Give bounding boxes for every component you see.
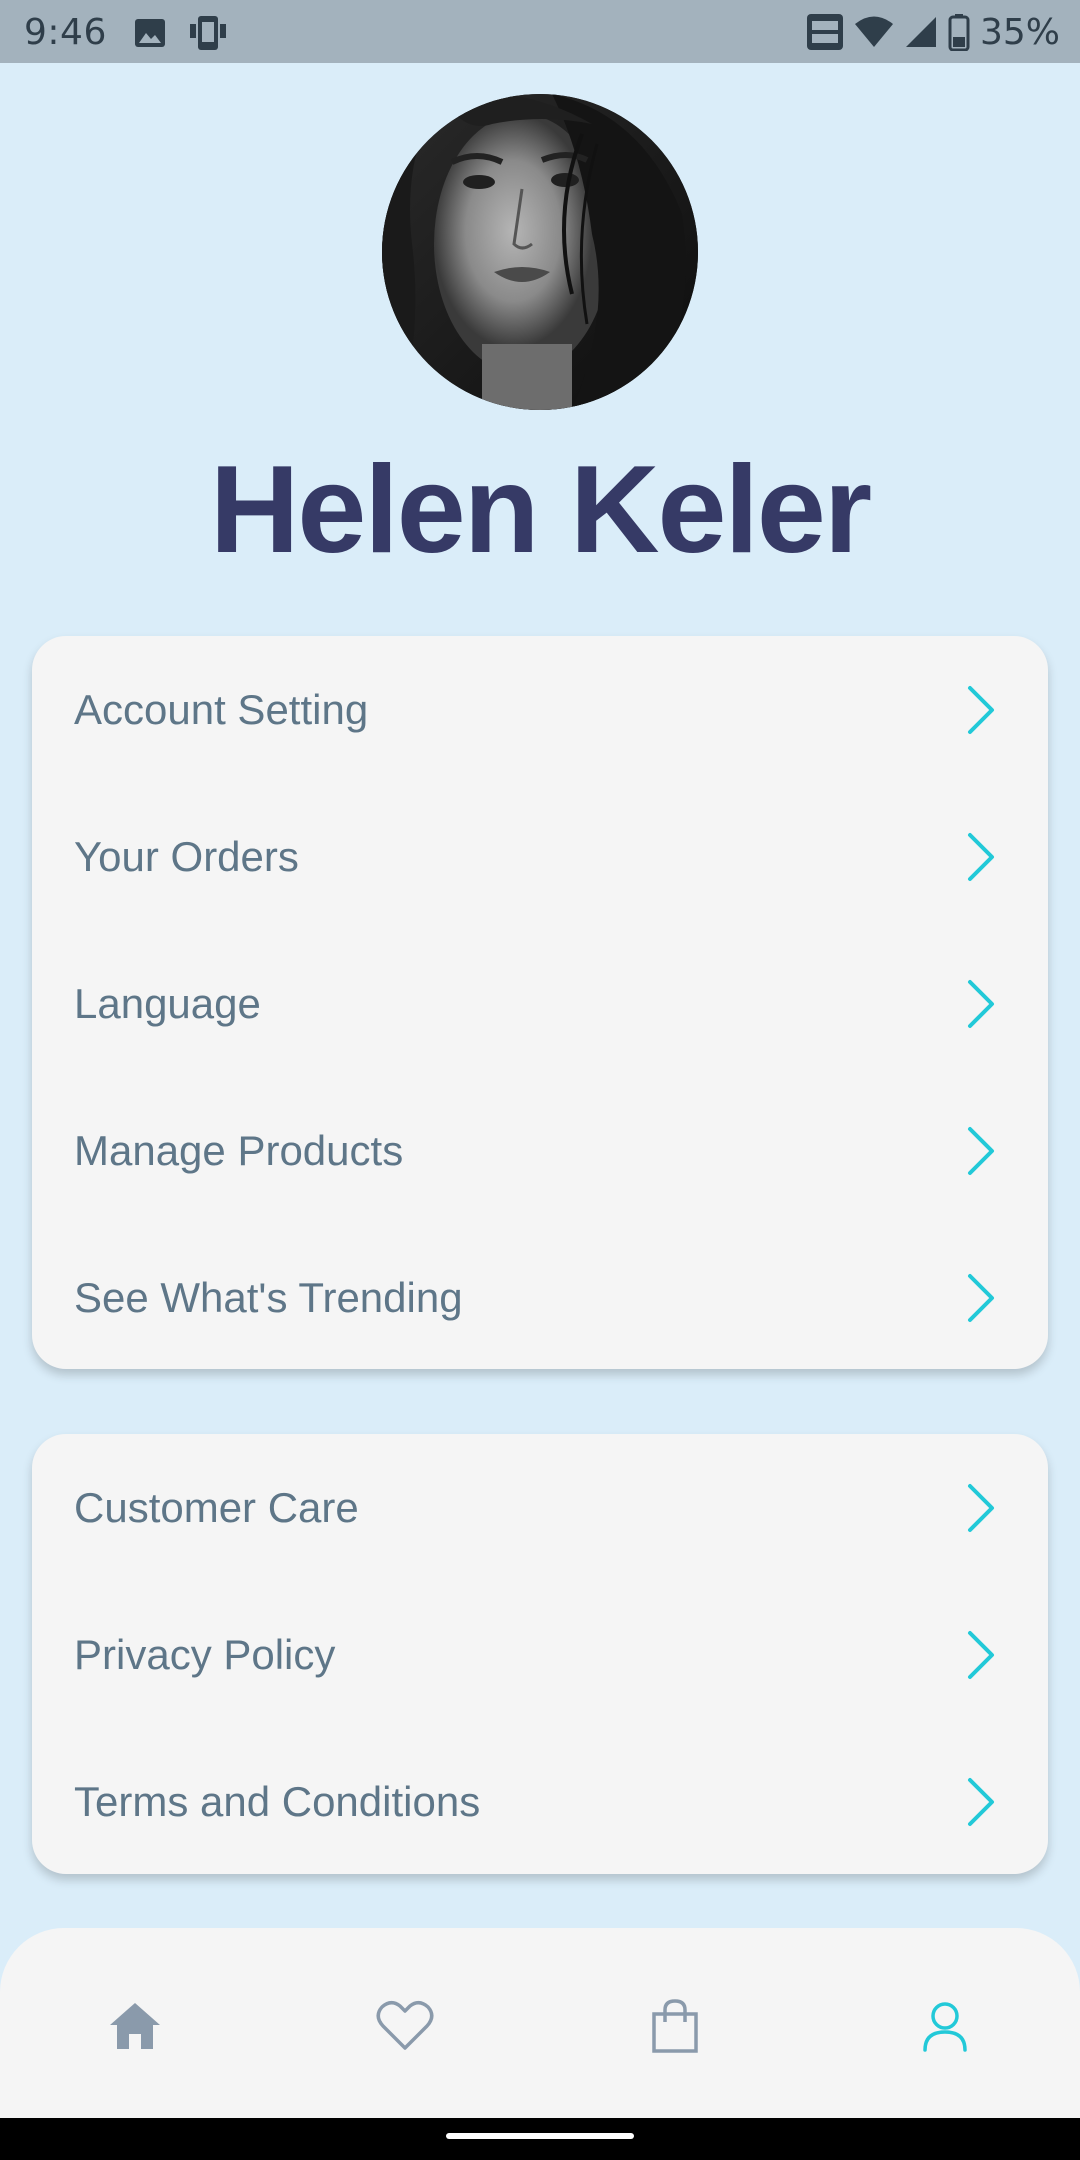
- wifi-icon: [854, 16, 893, 47]
- menu-item-label: Your Orders: [74, 832, 299, 880]
- battery-percentage: 35%: [979, 11, 1060, 53]
- primary-menu-card: Account Setting Your Orders Language Man…: [32, 636, 1048, 1369]
- device-notification-icon: [190, 16, 226, 50]
- home-gesture-handle[interactable]: [446, 2133, 634, 2139]
- user-icon: [923, 2002, 967, 2052]
- menu-item-terms-and-conditions[interactable]: Terms and Conditions: [32, 1728, 1048, 1875]
- menu-item-see-whats-trending[interactable]: See What's Trending: [32, 1224, 1048, 1371]
- chevron-right-icon: [968, 979, 994, 1028]
- chevron-right-icon: [968, 1273, 994, 1322]
- menu-item-your-orders[interactable]: Your Orders: [32, 783, 1048, 930]
- heart-icon: [376, 2001, 434, 2050]
- nav-profile[interactable]: [905, 1986, 985, 2066]
- menu-item-label: Customer Care: [74, 1483, 359, 1531]
- home-icon: [110, 2003, 160, 2049]
- menu-item-label: See What's Trending: [74, 1273, 463, 1321]
- nav-favorites[interactable]: [365, 1986, 445, 2066]
- chevron-right-icon: [968, 1630, 994, 1679]
- menu-item-label: Language: [74, 979, 261, 1027]
- nav-home[interactable]: [95, 1986, 175, 2066]
- shopping-bag-icon: [652, 1999, 698, 2053]
- chevron-right-icon: [968, 832, 994, 881]
- chevron-right-icon: [968, 1777, 994, 1826]
- system-navigation-bar: [0, 2118, 1080, 2160]
- image-notification-icon: [135, 19, 165, 47]
- status-time: 9:46: [24, 12, 107, 53]
- chevron-right-icon: [968, 1126, 994, 1175]
- bottom-navigation: [0, 1928, 1080, 2118]
- menu-item-language[interactable]: Language: [32, 930, 1048, 1077]
- volte-icon: [806, 14, 843, 50]
- status-bar: 9:46 35%: [0, 0, 1080, 63]
- menu-item-account-setting[interactable]: Account Setting: [32, 636, 1048, 783]
- status-right-group: 35%: [806, 10, 1060, 54]
- chevron-right-icon: [968, 1483, 994, 1532]
- profile-name: Helen Keler: [209, 441, 872, 579]
- menu-item-label: Account Setting: [74, 685, 369, 733]
- menu-item-label: Terms and Conditions: [74, 1777, 481, 1825]
- menu-item-manage-products[interactable]: Manage Products: [32, 1077, 1048, 1224]
- menu-item-customer-care[interactable]: Customer Care: [32, 1434, 1048, 1581]
- menu-item-privacy-policy[interactable]: Privacy Policy: [32, 1581, 1048, 1728]
- cell-signal-icon: [905, 17, 936, 47]
- nav-cart[interactable]: [635, 1986, 715, 2066]
- profile-avatar[interactable]: [382, 94, 698, 410]
- battery-icon: [948, 14, 970, 51]
- chevron-right-icon: [968, 685, 994, 734]
- secondary-menu-card: Customer Care Privacy Policy Terms and C…: [32, 1434, 1048, 1874]
- menu-item-label: Privacy Policy: [74, 1630, 336, 1678]
- avatar-photo: [382, 94, 698, 410]
- menu-item-label: Manage Products: [74, 1126, 404, 1174]
